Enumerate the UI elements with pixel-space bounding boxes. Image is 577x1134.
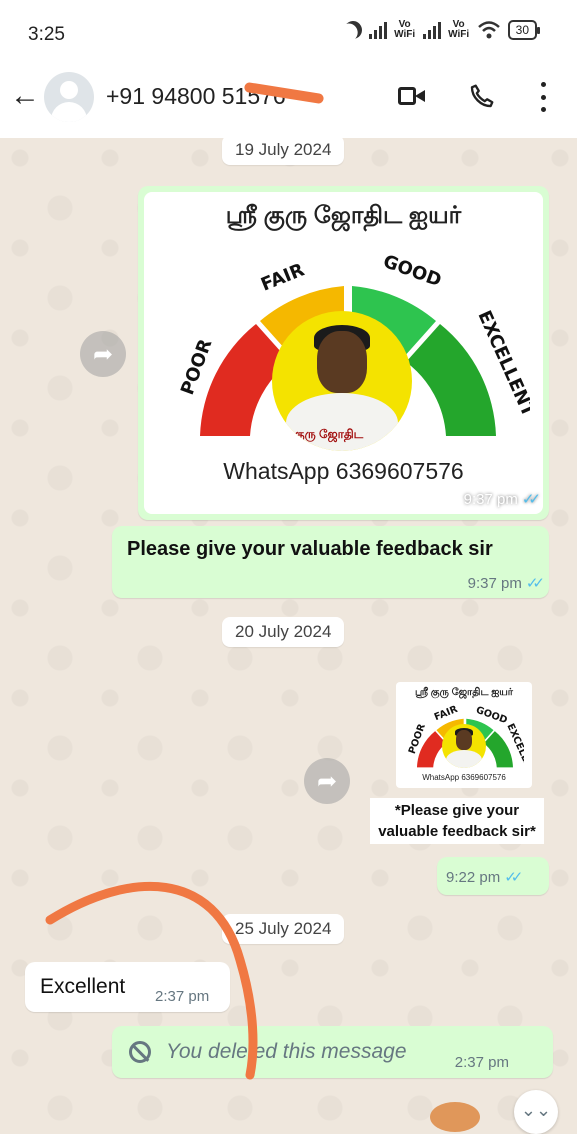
message-time: 2:37 pm xyxy=(454,1054,509,1071)
phone-glyph-icon xyxy=(470,84,494,108)
photo-banner: குரு ஜோதிட xyxy=(294,427,364,441)
sticker-text-line-2: valuable feedback sir* xyxy=(378,823,536,840)
vowifi-label: Vo WiFi xyxy=(448,19,470,40)
image-message[interactable]: ஸ்ரீ குரு ஜோதிட ஐயர் POOR FAIR GOOD EXCE… xyxy=(138,186,549,520)
emoji-partial-icon xyxy=(430,1102,480,1132)
phone-icon[interactable] xyxy=(468,82,496,117)
read-ticks-icon: ✓✓ xyxy=(504,869,523,886)
feedback-image[interactable]: ஸ்ரீ குரு ஜோதிட ஐயர் POOR FAIR GOOD EXCE… xyxy=(144,192,543,514)
status-bar: 3:25 Vo WiFi Vo WiFi 30 xyxy=(0,0,577,68)
message-time: 9:22 pm ✓✓ xyxy=(446,868,523,886)
read-ticks-icon: ✓✓ xyxy=(521,491,541,508)
gauge-label-good: GOOD xyxy=(380,251,444,291)
chat-header: ← +91 94800 51576 xyxy=(0,68,577,138)
gauge-label-fair: FAIR xyxy=(258,259,307,295)
astrologer-photo: குரு ஜோதிட xyxy=(272,311,412,451)
signal-icon xyxy=(422,21,441,39)
status-time: 3:25 xyxy=(28,24,65,45)
deleted-icon xyxy=(129,1041,151,1063)
sticker-text-line-1: *Please give your xyxy=(394,802,520,819)
image-title: ஸ்ரீ குரு ஜோதிட ஐயர் xyxy=(225,202,462,229)
forward-icon[interactable]: ➦ xyxy=(304,758,350,804)
message-time-text: 9:22 pm xyxy=(446,869,501,886)
sticker-time-chip: 9:22 pm ✓✓ xyxy=(437,857,549,895)
sticker-photo xyxy=(442,724,486,768)
message-time-text: 9:37 pm xyxy=(467,575,522,592)
gauge-excellent xyxy=(406,324,496,436)
read-ticks-icon: ✓✓ xyxy=(525,575,545,592)
message-text: Please give your valuable feedback sir xyxy=(127,538,493,560)
text-message[interactable]: Please give your valuable feedback sir 9… xyxy=(112,526,549,598)
message-time: 2:37 pm xyxy=(155,988,210,1005)
video-call-icon[interactable] xyxy=(398,85,425,107)
forward-icon[interactable]: ➦ xyxy=(80,331,126,377)
date-divider: 25 July 2024 xyxy=(222,914,345,944)
deleted-text: You deleted this message xyxy=(166,1040,407,1063)
date-divider: 19 July 2024 xyxy=(222,135,345,165)
deleted-message[interactable]: You deleted this message 2:37 pm xyxy=(112,1026,553,1078)
back-arrow-icon[interactable]: ← xyxy=(10,81,40,112)
vowifi-label: Vo WiFi xyxy=(394,19,416,40)
wifi-icon xyxy=(477,21,500,39)
sticker-text: *Please give your valuable feedback sir* xyxy=(370,798,544,844)
message-time: 9:37 pm ✓✓ xyxy=(463,490,541,508)
battery-icon: 30 xyxy=(507,20,541,40)
status-icons: Vo WiFi Vo WiFi 30 xyxy=(344,19,541,40)
image-caption: WhatsApp 6369607576 xyxy=(223,458,464,484)
message-text: Excellent xyxy=(40,975,126,998)
signal-icon xyxy=(368,21,387,39)
sticker-caption: WhatsApp 6369607576 xyxy=(422,773,506,782)
do-not-disturb-icon xyxy=(340,18,365,43)
more-options-icon[interactable] xyxy=(538,82,548,112)
incoming-message[interactable]: Excellent 2:37 pm xyxy=(25,962,230,1012)
message-time-text: 9:37 pm xyxy=(463,491,518,508)
scroll-to-bottom-icon[interactable]: ⌄⌄ xyxy=(514,1090,558,1134)
message-time: 9:37 pm ✓✓ xyxy=(467,574,545,592)
sticker-title: ஸ்ரீ குரு ஜோதிட ஐயர் xyxy=(414,687,514,698)
avatar[interactable] xyxy=(44,72,94,122)
date-divider: 20 July 2024 xyxy=(222,617,345,647)
sticker-image[interactable]: ஸ்ரீ குரு ஜோதிட ஐயர் POOR FAIR GOOD EXCE… xyxy=(396,682,532,788)
